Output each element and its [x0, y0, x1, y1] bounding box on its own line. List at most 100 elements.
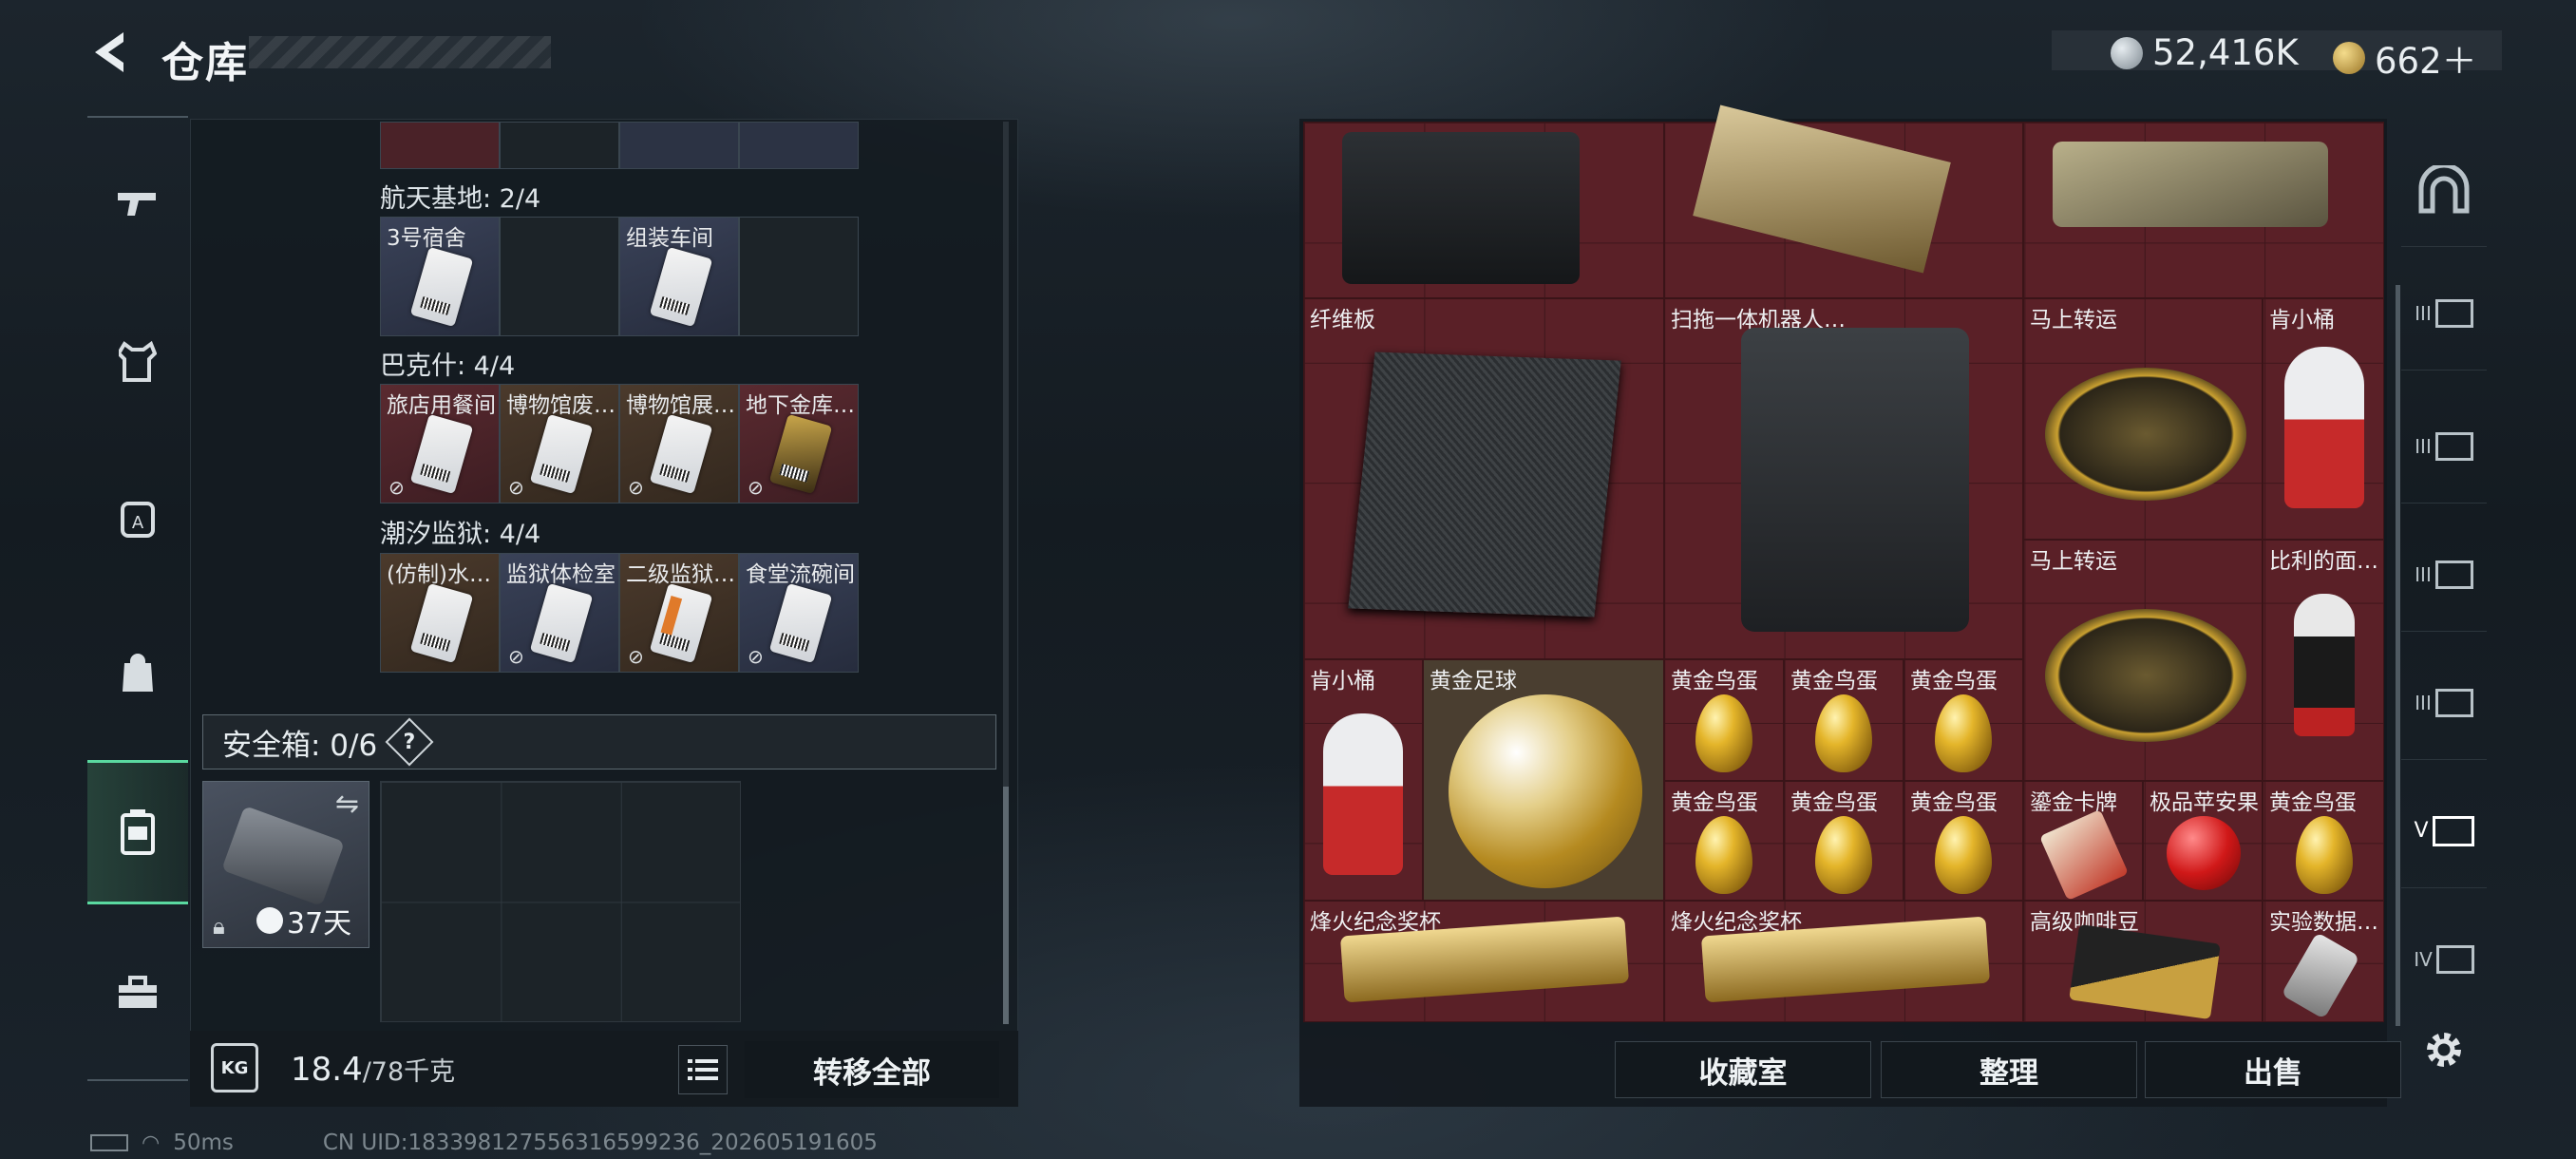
storage-tier-label: III: [2415, 691, 2432, 714]
golden-egg-image: [1935, 694, 1992, 772]
help-icon[interactable]: ?: [385, 717, 434, 767]
horse-disc-image: [2045, 609, 2246, 742]
grid-item[interactable]: 马上转运: [2023, 298, 2263, 540]
keycard-slot[interactable]: (仿制)水…: [380, 553, 500, 673]
storage-III-icon: [2434, 431, 2473, 461]
swap-icon[interactable]: ⇋: [335, 788, 359, 821]
grid-item[interactable]: [1303, 122, 1664, 298]
grid-item[interactable]: 比利的面…: [2263, 540, 2384, 781]
kfc-figure-image: [1323, 713, 1403, 875]
storage-tier-label: IV: [2414, 948, 2433, 971]
grid-item[interactable]: [1664, 104, 2023, 298]
silver-currency[interactable]: 52,416K: [2111, 32, 2299, 73]
keycard-icon: [768, 582, 833, 664]
scrolled-row: [380, 122, 859, 169]
nav-keycard-case[interactable]: [87, 760, 188, 904]
storage-III-icon: [2434, 688, 2473, 717]
keycard-slot[interactable]: 食堂流碗间 ⊘: [739, 553, 859, 673]
grid-item[interactable]: 黄金鸟蛋: [1904, 659, 2023, 781]
billy-figure-image: [2294, 594, 2355, 736]
safe-box-item[interactable]: ⇋ 🔒︎ 37天: [202, 781, 369, 948]
collection-room-button[interactable]: 收藏室: [1615, 1041, 1871, 1098]
gold-currency[interactable]: 662＋: [2333, 32, 2477, 84]
transfer-all-button[interactable]: 转移全部: [745, 1041, 999, 1098]
grid-item[interactable]: 烽火纪念奖杯: [1664, 901, 2023, 1022]
item-label: 比利的面…: [2269, 549, 2378, 574]
grid-item[interactable]: 纤维板: [1303, 298, 1664, 659]
list-view-button[interactable]: [678, 1045, 728, 1094]
timer-text: 37天: [287, 907, 352, 940]
grid-item[interactable]: 鎏金卡牌: [2023, 781, 2143, 902]
toolbox-icon: [119, 976, 157, 1008]
keycard-slot[interactable]: 地下金库… ⊘: [739, 384, 859, 504]
item-label: 黄金鸟蛋: [1671, 790, 1758, 815]
backpack-icon: [123, 654, 153, 692]
keycard-slot[interactable]: 旅店用餐间 ⊘: [380, 384, 500, 504]
grid-item[interactable]: 极品苹安果: [2143, 781, 2263, 901]
list-icon: [688, 1059, 718, 1080]
grid-item[interactable]: 黄金鸟蛋: [1904, 781, 2023, 901]
storage-tab-safe[interactable]: [2401, 133, 2487, 247]
sort-button[interactable]: 整理: [1881, 1041, 2137, 1098]
nav-weapons[interactable]: [87, 147, 188, 261]
grid-item[interactable]: 黄金足球: [1423, 659, 1664, 901]
grid-item[interactable]: 高级咖啡豆: [2023, 901, 2263, 1022]
right-scrollbar[interactable]: [2396, 285, 2400, 1026]
safe-box-grid[interactable]: [380, 781, 741, 1022]
back-arrow-icon[interactable]: [87, 28, 131, 76]
lock-icon: 🔒︎: [213, 913, 225, 940]
help-glyph: ?: [403, 730, 416, 754]
keycard-icon: [529, 582, 594, 664]
keycard-label: 博物馆废…: [506, 393, 616, 418]
grid-item[interactable]: 黄金鸟蛋: [2263, 781, 2384, 901]
keycard-slot[interactable]: 博物馆废… ⊘: [500, 384, 619, 504]
storage-tab[interactable]: III: [2401, 390, 2487, 504]
keycard-slot[interactable]: 二级监狱… ⊘: [619, 553, 739, 673]
storage-tab[interactable]: III: [2401, 646, 2487, 760]
keycard-slot[interactable]: 监狱体检室 ⊘: [500, 553, 619, 673]
storage-tab-active[interactable]: V: [2401, 774, 2487, 888]
storage-tier-label: III: [2415, 562, 2432, 586]
data-drive-image: [2281, 932, 2360, 1019]
section-grid: (仿制)水… 监狱体检室 ⊘ 二级监狱… ⊘ 食堂流碗间 ⊘: [380, 553, 861, 674]
left-scrollbar[interactable]: [1003, 122, 1009, 1024]
grid-item[interactable]: 肯小桶: [2263, 298, 2384, 540]
nav-toolbox[interactable]: [87, 936, 188, 1050]
keycard-slot[interactable]: 3号宿舍: [380, 217, 500, 336]
keycard-slot[interactable]: 博物馆展… ⊘: [619, 384, 739, 504]
golden-egg-image: [1695, 816, 1752, 894]
grid-item[interactable]: 黄金鸟蛋: [1664, 659, 1784, 781]
grid-item[interactable]: [2023, 122, 2384, 298]
safe-box-header: 安全箱: 0/6 ?: [202, 714, 996, 770]
safe-arch-icon: [2418, 164, 2470, 213]
settings-button[interactable]: [2420, 1026, 2468, 1074]
weight-readout: 18.4/78千克: [291, 1051, 455, 1089]
keycard-label: 食堂流碗间: [746, 562, 855, 587]
grid-item[interactable]: 实验数据…: [2263, 901, 2384, 1022]
nav-backpack[interactable]: [87, 618, 188, 732]
keycard-label: 地下金库…: [746, 393, 855, 418]
grid-item[interactable]: 烽火纪念奖杯: [1303, 901, 1664, 1022]
grid-item[interactable]: 马上转运: [2023, 540, 2263, 781]
keycard-slot-empty[interactable]: [500, 217, 619, 336]
grid-item[interactable]: 黄金鸟蛋: [1784, 659, 1904, 781]
storage-tab[interactable]: IV: [2401, 902, 2487, 1016]
grid-item[interactable]: 扫拖一体机器人…: [1664, 298, 2023, 659]
keycard-icon: [768, 413, 833, 495]
grid-item[interactable]: 肯小桶: [1303, 659, 1423, 901]
keycard-icon: [649, 246, 713, 328]
storage-tab[interactable]: III: [2401, 518, 2487, 632]
nav-backpack-armor[interactable]: A: [87, 461, 188, 575]
grid-item[interactable]: 黄金鸟蛋: [1664, 781, 1784, 901]
tank-model-image: [2053, 142, 2328, 227]
robot-vacuum-image: [1342, 132, 1580, 284]
grid-item[interactable]: 黄金鸟蛋: [1784, 781, 1904, 901]
storage-III-icon: [2434, 298, 2473, 328]
sell-button[interactable]: 出售: [2145, 1041, 2401, 1098]
storage-tab[interactable]: III: [2401, 256, 2487, 370]
section-grid: 旅店用餐间 ⊘ 博物馆废… ⊘ 博物馆展… ⊘ 地下金库… ⊘: [380, 384, 861, 505]
keycard-slot-empty[interactable]: [739, 217, 859, 336]
keycard-slot[interactable]: 组装车间: [619, 217, 739, 336]
storage-tier-label: III: [2415, 434, 2432, 458]
nav-armor[interactable]: [87, 304, 188, 418]
